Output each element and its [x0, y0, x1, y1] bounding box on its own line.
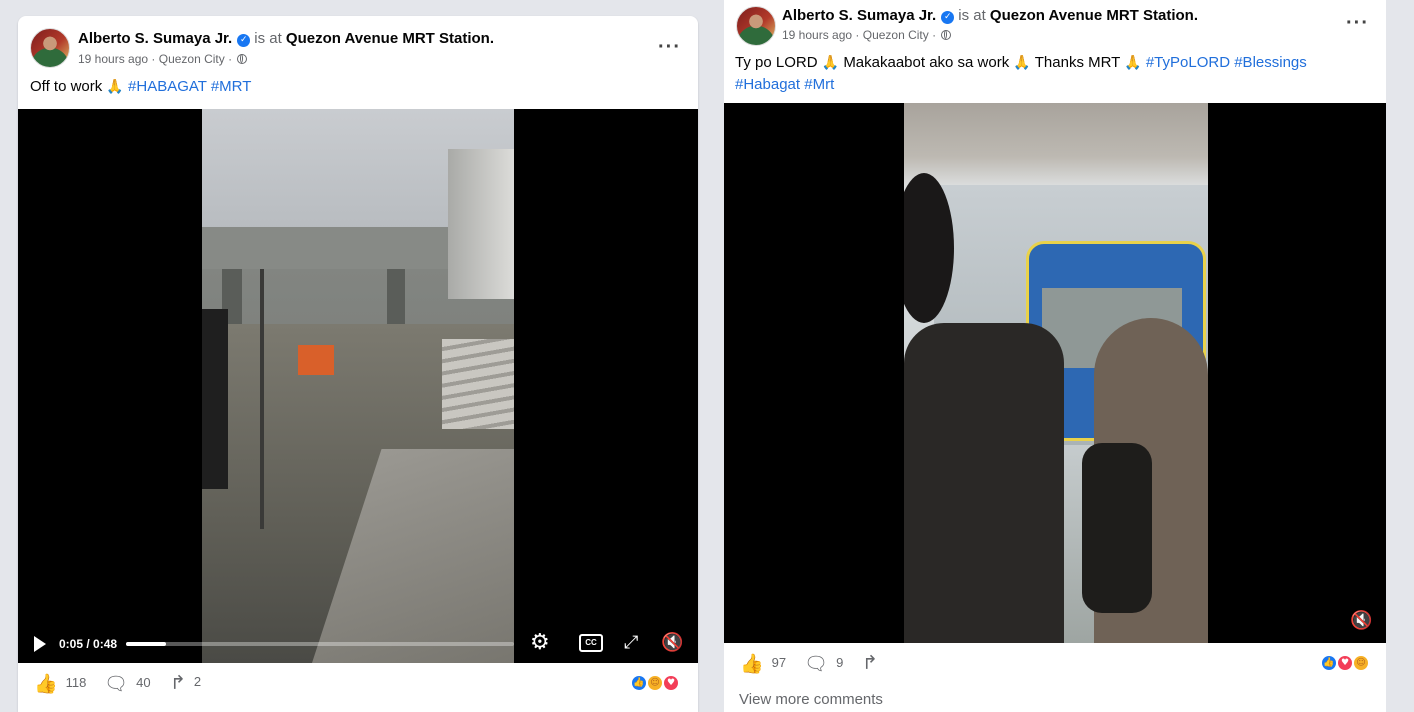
hashtag-link[interactable]: #MRT — [211, 78, 252, 95]
foreground-pillar — [202, 309, 228, 489]
hashtag-link[interactable]: #Mrt — [804, 76, 834, 93]
share-icon: ↱ — [862, 652, 878, 674]
post-text-plain: Off to work — [30, 78, 103, 95]
hashtag-link[interactable]: #HABAGAT — [128, 78, 207, 95]
comment-button[interactable]: 🗨 40 — [104, 672, 151, 695]
post-text-part: Thanks MRT — [1034, 54, 1121, 71]
play-icon[interactable] — [34, 636, 46, 652]
thumbs-up-icon: 👍 — [740, 653, 764, 675]
verified-badge-icon: ✓ — [237, 34, 251, 47]
location-link[interactable]: Quezon Avenue MRT Station. — [990, 7, 1198, 24]
post-card-right: Alberto S. Sumaya Jr. ✓ is at Quezon Avenu… — [724, 0, 1386, 712]
is-at-text: is at — [254, 30, 282, 47]
post-text-part: Makakaabot ako sa work — [843, 54, 1010, 71]
captions-icon[interactable]: CC — [579, 634, 603, 652]
care-reaction-icon: ☺ — [1352, 654, 1370, 672]
post-header: Alberto S. Sumaya Jr. ✓ is at Quezon Avenu… — [78, 30, 494, 47]
public-globe-icon — [237, 54, 248, 64]
post-card-left: Alberto S. Sumaya Jr. ✓ is at Quezon Avenu… — [18, 16, 698, 712]
comment-count: 9 — [836, 655, 844, 670]
station-stairs — [442, 339, 514, 429]
post-text-part: Ty po LORD — [735, 54, 818, 71]
comment-icon: 🗨 — [804, 653, 829, 675]
video-player[interactable]: 0:05 / 0:48 ⚙ CC ⤢ 🔇 — [18, 109, 698, 663]
share-button[interactable]: ↱ 2 — [170, 672, 201, 694]
station-canopy — [448, 149, 514, 299]
comment-count: 40 — [136, 675, 151, 690]
post-timestamp[interactable]: 19 hours ago — [78, 52, 148, 66]
fullscreen-icon[interactable]: ⤢ — [624, 633, 638, 653]
post-text: Ty po LORD 🙏 Makakaabot ako sa work 🙏 Th… — [735, 52, 1375, 95]
video-controls: 0:05 / 0:48 ⚙ CC ⤢ 🔇 — [18, 619, 698, 663]
mute-icon[interactable]: 🔇 — [1350, 611, 1372, 631]
author-avatar[interactable] — [30, 28, 70, 68]
share-button[interactable]: ↱ — [862, 652, 886, 674]
post-city[interactable]: Quezon City — [159, 52, 225, 66]
post-meta: 19 hours ago · Quezon City · — [78, 52, 248, 66]
settings-icon[interactable]: ⚙ — [530, 632, 550, 654]
post-city[interactable]: Quezon City — [863, 28, 929, 42]
passenger-left — [904, 323, 1064, 643]
verified-badge-icon: ✓ — [941, 11, 955, 24]
like-button[interactable]: 👍 118 — [34, 672, 86, 695]
video-progress-fill — [126, 642, 167, 646]
comment-icon: 🗨 — [104, 673, 129, 695]
love-reaction-icon: ♥ — [662, 674, 680, 692]
post-timestamp[interactable]: 19 hours ago — [782, 28, 852, 42]
like-button[interactable]: 👍 97 — [740, 652, 786, 675]
comment-button[interactable]: 🗨 9 — [804, 652, 843, 675]
praying-hands-icon: 🙏 — [821, 55, 840, 71]
public-globe-icon — [941, 30, 952, 40]
share-icon: ↱ — [170, 672, 186, 694]
location-link[interactable]: Quezon Avenue MRT Station. — [286, 30, 494, 47]
author-name[interactable]: Alberto S. Sumaya Jr. — [782, 7, 936, 24]
video-frame — [904, 103, 1208, 643]
author-name[interactable]: Alberto S. Sumaya Jr. — [78, 30, 232, 47]
bridge-pillar — [387, 269, 405, 329]
rope-pole — [260, 269, 264, 529]
post-meta: 19 hours ago · Quezon City · — [782, 28, 952, 42]
backpack — [1082, 443, 1152, 613]
video-time: 0:05 / 0:48 — [59, 637, 118, 651]
like-count: 118 — [65, 675, 87, 690]
like-count: 97 — [771, 655, 787, 670]
praying-hands-icon: 🙏 — [1124, 55, 1142, 71]
more-options-icon[interactable]: ··· — [658, 37, 681, 57]
more-options-icon[interactable]: ··· — [1346, 13, 1369, 33]
is-at-text: is at — [958, 7, 986, 24]
video-player[interactable]: 🔇 — [724, 103, 1386, 643]
share-count: 2 — [193, 674, 202, 689]
post-header: Alberto S. Sumaya Jr. ✓ is at Quezon Avenu… — [782, 7, 1198, 24]
mute-icon[interactable]: 🔇 — [661, 633, 683, 653]
hashtag-link[interactable]: #Blessings — [1234, 54, 1307, 71]
view-more-comments-link[interactable]: View more comments — [739, 691, 883, 708]
video-progress-bar[interactable] — [126, 642, 514, 646]
traffic-barrier — [298, 345, 334, 375]
video-frame — [202, 109, 514, 663]
elevated-track — [202, 227, 452, 269]
hashtag-link[interactable]: #TyPoLORD — [1146, 54, 1230, 71]
reaction-summary[interactable]: 👍 ♥ ☺ — [1320, 654, 1376, 672]
reaction-summary[interactable]: 👍 ☺ ♥ — [630, 674, 686, 692]
praying-hands-icon: 🙏 — [1013, 55, 1031, 71]
thumbs-up-icon: 👍 — [34, 673, 58, 695]
author-avatar[interactable] — [736, 6, 776, 46]
post-text: Off to work 🙏 #HABAGAT #MRT — [30, 76, 251, 98]
hashtag-link[interactable]: #Habagat — [735, 76, 800, 93]
praying-hands-icon: 🙏 — [106, 79, 124, 95]
